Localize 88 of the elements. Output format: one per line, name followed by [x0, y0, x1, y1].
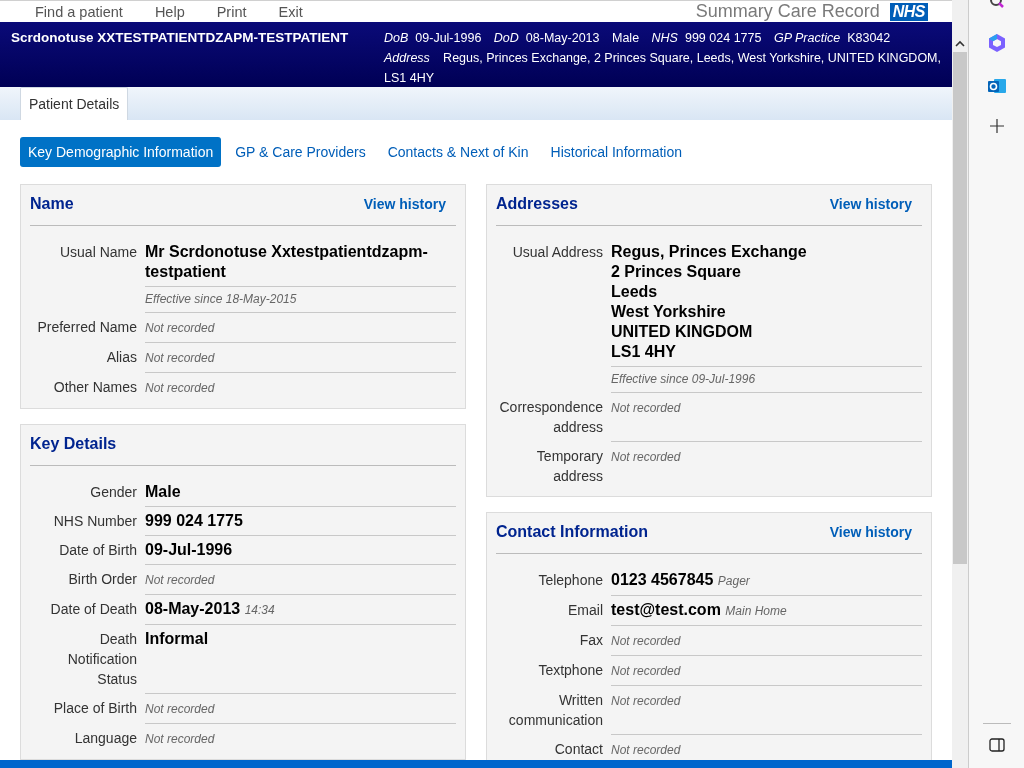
field-note: Not recorded — [611, 450, 681, 464]
hexagon-icon[interactable] — [986, 33, 1007, 53]
app-title: Summary Care Record — [695, 1, 880, 22]
field-value: 0123 4567845 — [611, 571, 714, 588]
field-note: Not recorded — [611, 664, 681, 678]
address-line: LS1 4HY — [611, 342, 677, 362]
field-note: Pager — [717, 574, 750, 588]
address-line: UNITED KINGDOM — [611, 322, 754, 342]
view-history-link[interactable]: View history — [829, 196, 912, 212]
field-value: 999 024 1775 — [145, 512, 243, 529]
field-note: Not recorded — [611, 401, 681, 415]
panel-title: Contact Information — [496, 523, 648, 541]
field-value: Male — [145, 483, 181, 500]
panel-title: Addresses — [496, 195, 578, 213]
field-label: Textphone — [537, 661, 603, 680]
scroll-up-icon[interactable] — [955, 40, 965, 48]
field-note: Main Home — [725, 604, 787, 618]
nhs-logo: NHS — [889, 2, 928, 21]
section-tab[interactable]: Key Demographic Information — [20, 137, 222, 167]
detail-value: 08-May-2013 — [525, 31, 600, 45]
field-label: Language — [73, 729, 137, 748]
mail-icon[interactable] — [986, 76, 1007, 96]
address-line: West Yorkshire — [611, 302, 727, 322]
detail-value: 999 024 1775 — [684, 31, 762, 45]
field-label: Usual Address — [511, 243, 603, 262]
address-line: Leeds — [611, 282, 659, 302]
field-label: Date of Birth — [58, 541, 137, 560]
field-value: 08-May-2013 — [145, 600, 241, 617]
field-note: 14:34 — [244, 603, 275, 617]
effective-date: Effective since 09-Jul-1996 — [611, 371, 757, 388]
field-label: Other Names — [52, 378, 137, 397]
field-note: Not recorded — [611, 694, 681, 708]
field-label: Alias — [105, 348, 137, 367]
field-label: Birth Order — [67, 570, 137, 589]
section-tab[interactable]: Historical Information — [542, 137, 690, 167]
detail-label: NHS — [651, 31, 678, 45]
field-label: Telephone — [537, 571, 603, 590]
detail-value: 09-Jul-1996 — [415, 31, 482, 45]
field-value: Mr Scrdonotuse Xxtestpatientdzapm-testpatient — [145, 243, 428, 280]
sidebar-toggle-icon[interactable] — [988, 738, 1005, 752]
nav-link[interactable]: Exit — [278, 3, 303, 20]
field-label: NHS Number — [52, 512, 137, 531]
detail-label: DoD — [493, 31, 519, 45]
search-icon[interactable] — [988, 0, 1005, 8]
field-label: Written communication — [507, 691, 603, 730]
field-note: Not recorded — [145, 351, 215, 365]
detail-value: Male — [612, 31, 640, 45]
field-label: Fax — [578, 631, 603, 650]
address-line: Regus, Princes Exchange — [611, 242, 808, 262]
view-history-link[interactable]: View history — [363, 196, 446, 212]
detail-label: DoB — [384, 31, 409, 45]
panel-title: Name — [30, 195, 74, 213]
tab[interactable]: Patient Details — [20, 87, 129, 120]
field-label: Correspondence address — [498, 398, 603, 437]
patient-address: Address Regus, Princes Exchange, 2 Princes Square, Leeds, West Yorkshire, UNITED KINGDOM, LS1 4HY — [384, 50, 942, 87]
field-value: 09-Jul-1996 — [145, 541, 233, 558]
nav-link[interactable]: Help — [154, 3, 185, 20]
field-note: Not recorded — [145, 702, 215, 716]
field-note: Not recorded — [145, 573, 215, 587]
field-note: Not recorded — [611, 743, 681, 757]
view-history-link[interactable]: View history — [829, 524, 912, 540]
field-note: Not recorded — [611, 634, 681, 648]
field-label: Date of Death — [49, 600, 137, 619]
field-value: test@test.com — [611, 601, 721, 618]
field-note: Not recorded — [145, 321, 215, 335]
address-line: 2 Princes Square — [611, 262, 742, 282]
field-note: Not recorded — [145, 732, 215, 746]
field-note: Not recorded — [145, 381, 215, 395]
patient-name: Scrdonotuse XXTESTPATIENTDZAPM-TESTPATIENT — [11, 29, 350, 47]
nav-link[interactable]: Find a patient — [35, 3, 123, 20]
scrollbar[interactable] — [952, 0, 969, 768]
detail-value: K83042 — [847, 31, 891, 45]
detail-label: GP Practice — [773, 31, 841, 45]
nav-link[interactable]: Print — [216, 3, 247, 20]
field-label: Place of Birth — [52, 699, 137, 718]
field-label: Usual Name — [58, 243, 137, 262]
field-label: Preferred Name — [36, 318, 137, 337]
panel-title: Key Details — [30, 435, 117, 453]
field-value: Informal — [145, 630, 209, 647]
section-tab[interactable]: Contacts & Next of Kin — [379, 137, 537, 167]
section-tab[interactable]: GP & Care Providers — [227, 137, 374, 167]
field-label: Email — [567, 601, 603, 620]
field-label: Temporary address — [535, 447, 603, 486]
field-label: Contact — [553, 740, 603, 759]
plus-icon[interactable] — [989, 119, 1004, 133]
field-label: Death Notification Status — [66, 630, 137, 689]
field-label: Gender — [89, 483, 137, 502]
effective-date: Effective since 18-May-2015 — [145, 291, 298, 308]
